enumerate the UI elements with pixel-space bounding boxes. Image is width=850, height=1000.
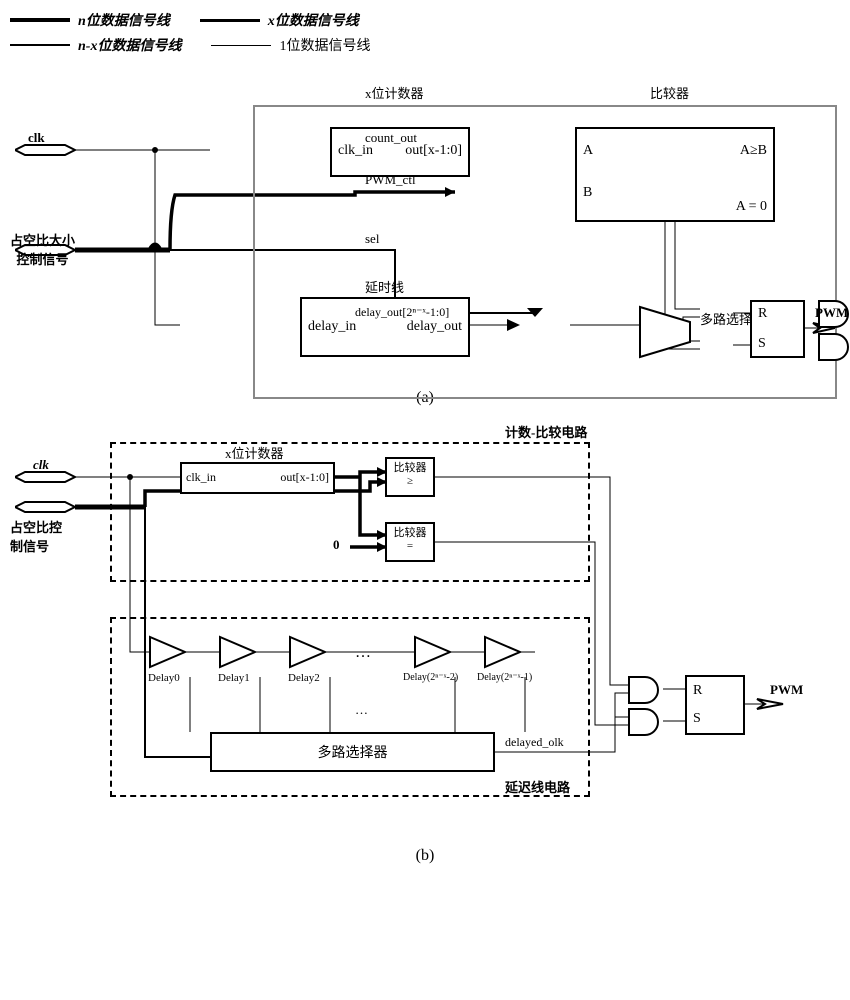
legend-one-bit: 1位数据信号线 (211, 35, 370, 55)
sr-latch-b: R S (685, 675, 745, 735)
out-b: out[x-1:0] (280, 470, 329, 485)
cnt-cmp-label: 计数-比较电路 (505, 422, 587, 441)
sel-label: sel (365, 231, 379, 247)
delay-n1: Delay(2ⁿ⁻ˣ-1) (477, 672, 532, 683)
s-label: S (758, 336, 766, 352)
s-label-b: S (693, 711, 701, 727)
counter-box-b: clk_in out[x-1:0] (180, 462, 335, 494)
delay-out-label: delay_out (407, 319, 462, 335)
zero-label: 0 (333, 537, 340, 553)
comparator-eq: 比较器 = (385, 522, 435, 562)
legend-label: n位数据信号线 (78, 10, 170, 30)
count-out-label: count_out (365, 130, 417, 146)
duty-label: 占空比大小 控制信号 (10, 230, 75, 268)
delay-n2: Delay(2ⁿ⁻ˣ-2) (403, 672, 458, 683)
duty-label-b: 占空比控 制信号 (10, 517, 62, 555)
aeq0-label: A = 0 (736, 199, 767, 215)
and-gate-icon (627, 707, 667, 737)
legend-label: n-x位数据信号线 (78, 35, 181, 55)
clk-label: clk (28, 130, 45, 146)
legend-row2: n-x位数据信号线 1位数据信号线 (10, 35, 840, 55)
r-label-b: R (693, 683, 702, 699)
b-label: B (583, 185, 592, 201)
r-label: R (758, 306, 767, 322)
delay-line-label: 延迟线电路 (505, 777, 570, 796)
sr-latch-box: R S (750, 300, 805, 358)
legend-label: 1位数据信号线 (279, 35, 370, 55)
and-gate-icon (627, 675, 667, 705)
counter-title-b: x位计数器 (225, 443, 284, 462)
counter-title: x位计数器 (365, 83, 424, 102)
legend-x-bit: x位数据信号线 (200, 10, 359, 30)
diagram-b: 计数-比较电路 延迟线电路 x位计数器 clk_in out[x-1:0] 比较… (15, 427, 835, 827)
pwm-out-label: PWM (815, 305, 848, 321)
delay-in-label: delay_in (308, 319, 356, 335)
a-label: A (583, 143, 593, 159)
legend-nx-bit: n-x位数据信号线 (10, 35, 181, 55)
comp-title: 比较器 (650, 83, 689, 102)
mux-box-b: 多路选择器 (210, 732, 495, 772)
caption-b: (b) (10, 847, 840, 865)
delay-out-sig-label: delay_out[2ⁿ⁻ˣ-1:0] (355, 305, 449, 320)
clk-in-b: clk_in (186, 470, 216, 485)
pwm-ctl-label: PWM_ctl (365, 172, 416, 188)
clk-label-b: clk (33, 457, 49, 473)
legend-n-bit: n位数据信号线 (10, 10, 170, 30)
comparator-box: A B A≥B A = 0 (575, 127, 775, 222)
delay1: Delay1 (218, 672, 250, 684)
delay-title: 延时线 (365, 277, 404, 296)
delayed-clk-label: delayed_olk (505, 735, 564, 750)
legend-label: x位数据信号线 (268, 10, 359, 30)
pwm-label-b: PWM (770, 682, 803, 698)
mux-icon (635, 302, 695, 362)
delay0: Delay0 (148, 672, 180, 684)
legend: n位数据信号线 x位数据信号线 (10, 10, 840, 30)
and-gate-icon (817, 332, 850, 362)
ageb-label: A≥B (740, 143, 767, 159)
comparator-ge: 比较器 ≥ (385, 457, 435, 497)
delay2: Delay2 (288, 672, 320, 684)
